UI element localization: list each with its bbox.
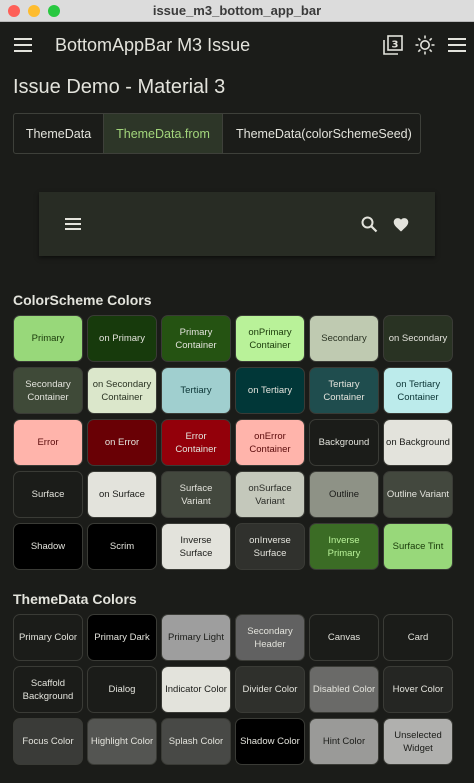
theme-swatch-shadow-color: Shadow Color xyxy=(235,718,305,765)
theme-swatch-dialog: Dialog xyxy=(87,666,157,713)
app-title: BottomAppBar M3 Issue xyxy=(55,34,251,55)
color-swatch-outline: Outline xyxy=(309,471,379,518)
color-swatch-tertiary: Tertiary xyxy=(161,367,231,414)
menu-icon[interactable] xyxy=(9,31,37,59)
color-swatch-error-container: Error Container xyxy=(161,419,231,466)
theme-swatch-primary-dark: Primary Dark xyxy=(87,614,157,661)
color-swatch-error: Error xyxy=(13,419,83,466)
more-menu-icon[interactable] xyxy=(443,31,471,59)
theme-swatch-secondary-header: Secondary Header xyxy=(235,614,305,661)
color-swatch-surface-variant: Surface Variant xyxy=(161,471,231,518)
theme-swatch-disabled-color: Disabled Color xyxy=(309,666,379,713)
theme-swatch-primary-light: Primary Light xyxy=(161,614,231,661)
color-swatch-on-background: on Background xyxy=(383,419,453,466)
themedata-grid: Primary Color Primary Dark Primary Light Se… xyxy=(13,614,453,765)
window-controls xyxy=(8,5,60,17)
page-heading: Issue Demo - Material 3 xyxy=(13,76,226,98)
window-maximize-button[interactable] xyxy=(48,5,60,17)
colorscheme-section-title: ColorScheme Colors xyxy=(13,292,152,308)
color-swatch-on-tertiary: on Tertiary xyxy=(235,367,305,414)
window-minimize-button[interactable] xyxy=(28,5,40,17)
segment-themedata-from[interactable]: ThemeData.from xyxy=(104,114,223,153)
theme-swatch-splash-color: Splash Color xyxy=(161,718,231,765)
color-swatch-inverse-surface: Inverse Surface xyxy=(161,523,231,570)
color-swatch-secondary: Secondary xyxy=(309,315,379,362)
color-swatch-onerror-container: onError Container xyxy=(235,419,305,466)
segment-themedata[interactable]: ThemeData xyxy=(14,114,104,153)
color-swatch-on-secondary: on Secondary xyxy=(383,315,453,362)
segment-themedata-colorschemeseed[interactable]: ThemeData(colorSchemeSeed) xyxy=(223,114,420,153)
theme-swatch-primary-color: Primary Color xyxy=(13,614,83,661)
color-swatch-scrim: Scrim xyxy=(87,523,157,570)
theme-swatch-indicator-color: Indicator Color xyxy=(161,666,231,713)
window-titlebar: issue_m3_bottom_app_bar xyxy=(0,0,474,22)
color-swatch-oninverse-surface: onInverse Surface xyxy=(235,523,305,570)
color-swatch-on-primary: on Primary xyxy=(87,315,157,362)
theme-segmented-control: ThemeData ThemeData.from ThemeData(color… xyxy=(13,113,421,154)
theme-swatch-hover-color: Hover Color xyxy=(383,666,453,713)
themedata-section-title: ThemeData Colors xyxy=(13,591,137,607)
bottom-app-bar xyxy=(39,192,435,256)
color-swatch-tertiary-container: Tertiary Container xyxy=(309,367,379,414)
color-swatch-background: Background xyxy=(309,419,379,466)
window-title: issue_m3_bottom_app_bar xyxy=(152,3,322,18)
theme-swatch-canvas: Canvas xyxy=(309,614,379,661)
theme-swatch-highlight-color: Highlight Color xyxy=(87,718,157,765)
color-swatch-primary-container: Primary Container xyxy=(161,315,231,362)
color-swatch-primary: Primary xyxy=(13,315,83,362)
color-swatch-shadow: Shadow xyxy=(13,523,83,570)
color-swatch-inverse-primary: Inverse Primary xyxy=(309,523,379,570)
color-swatch-outline-variant: Outline Variant xyxy=(383,471,453,518)
color-swatch-surface: Surface xyxy=(13,471,83,518)
favorite-icon[interactable] xyxy=(387,210,415,238)
theme-swatch-divider-color: Divider Color xyxy=(235,666,305,713)
color-swatch-on-secondary-container: on Secondary Container xyxy=(87,367,157,414)
color-swatch-surface-tint: Surface Tint xyxy=(383,523,453,570)
colorscheme-grid: Primary on Primary Primary Container onPrim… xyxy=(13,315,453,570)
filter-3-icon[interactable]: 3 xyxy=(379,31,407,59)
filter-badge-number: 3 xyxy=(392,40,399,51)
window-close-button[interactable] xyxy=(8,5,20,17)
theme-swatch-focus-color: Focus Color xyxy=(13,718,83,765)
color-swatch-onprimary-container: onPrimary Container xyxy=(235,315,305,362)
color-swatch-secondary-container: Secondary Container xyxy=(13,367,83,414)
theme-swatch-scaffold-background: Scaffold Background xyxy=(13,666,83,713)
theme-swatch-hint-color: Hint Color xyxy=(309,718,379,765)
theme-swatch-card: Card xyxy=(383,614,453,661)
color-swatch-on-error: on Error xyxy=(87,419,157,466)
color-swatch-on-surface: on Surface xyxy=(87,471,157,518)
color-swatch-onsurface-variant: onSurface Variant xyxy=(235,471,305,518)
bottom-menu-icon[interactable] xyxy=(59,210,87,238)
top-app-bar: BottomAppBar M3 Issue 3 xyxy=(0,22,474,68)
theme-swatch-unselected-widget: Unselected Widget xyxy=(383,718,453,765)
search-icon[interactable] xyxy=(355,210,383,238)
brightness-icon[interactable] xyxy=(411,31,439,59)
color-swatch-on-tertiary-container: on Tertiary Container xyxy=(383,367,453,414)
